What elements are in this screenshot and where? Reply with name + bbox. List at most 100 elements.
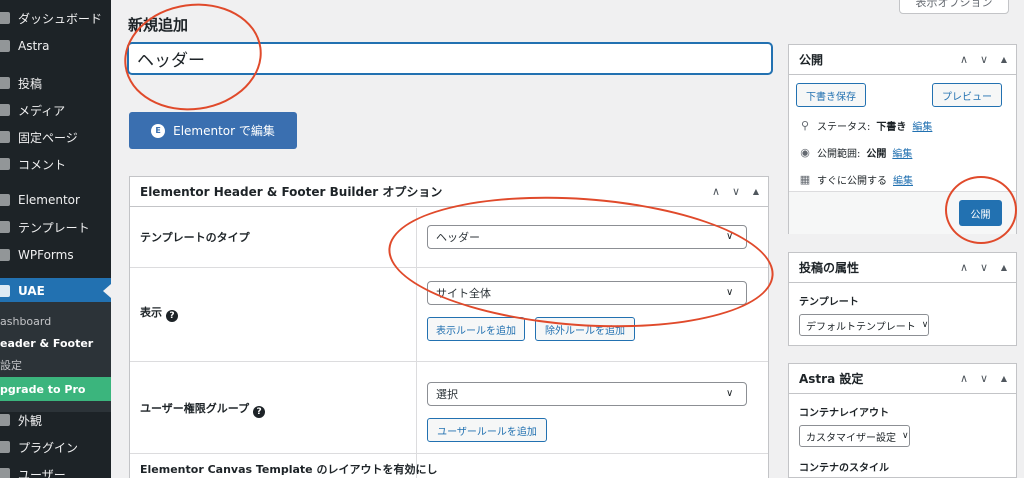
help-icon[interactable]: ?: [166, 310, 178, 322]
add-user-rule-button[interactable]: ユーザールールを追加: [427, 418, 547, 442]
collapse-toggle-icon[interactable]: ▲: [750, 186, 762, 198]
chevron-down-icon: ∨: [726, 287, 734, 298]
sidebar-item-pages[interactable]: 固定ページ: [0, 124, 111, 150]
visibility-value: 公開: [866, 149, 887, 160]
chevron-down-icon: ∨: [921, 320, 929, 330]
move-up-icon[interactable]: ∧: [958, 373, 970, 385]
collapse-toggle-icon[interactable]: ▲: [998, 262, 1010, 274]
edit-with-elementor-label: Elementor で編集: [173, 124, 275, 138]
publish-button[interactable]: 公開: [959, 200, 1002, 226]
submenu-item-header-footer[interactable]: eader & Footer: [0, 333, 93, 353]
publish-title: 公開: [799, 53, 824, 67]
move-down-icon[interactable]: ∨: [730, 186, 742, 198]
sidebar-item-label: メディア: [18, 103, 66, 118]
submenu-item-upgrade[interactable]: pgrade to Pro: [0, 377, 111, 401]
sidebar-item-label: ユーザー: [18, 467, 66, 478]
sidebar-item-label: テンプレート: [18, 220, 90, 235]
page-template-select[interactable]: デフォルトテンプレート ∨: [799, 314, 930, 336]
sidebar-item-label: ダッシュボード: [18, 11, 103, 26]
schedule-line: ▦ すぐに公開する 編集: [799, 172, 913, 187]
edit-visibility-link[interactable]: 編集: [892, 145, 912, 160]
display-label-text: 表示: [140, 306, 162, 319]
astra-icon: [0, 40, 10, 52]
edit-status-link[interactable]: 編集: [912, 118, 932, 133]
sidebar-item-label: UAE: [18, 284, 45, 298]
collapse-toggle-icon[interactable]: ▲: [998, 373, 1010, 385]
help-icon[interactable]: ?: [253, 406, 266, 418]
container-layout-select[interactable]: カスタマイザー設定 ∨: [799, 425, 910, 447]
edit-with-elementor-button[interactable]: E Elementor で編集: [129, 112, 297, 149]
move-up-icon[interactable]: ∧: [958, 262, 970, 274]
astra-settings-title: Astra 設定: [799, 372, 864, 386]
page-attributes-controls: ∧ ∨ ▲: [958, 253, 1010, 283]
move-down-icon[interactable]: ∨: [978, 262, 990, 274]
container-layout-label: コンテナレイアウト: [799, 408, 889, 419]
collapse-toggle-icon[interactable]: ▲: [998, 54, 1010, 66]
sidebar-item-label: Elementor: [18, 193, 80, 207]
post-title-input[interactable]: [128, 43, 772, 74]
sidebar-item-uae[interactable]: UAE: [0, 278, 111, 304]
user-roles-select[interactable]: 選択 ∨: [427, 382, 747, 406]
display-select[interactable]: サイト全体 ∨: [427, 281, 747, 305]
sidebar-item-plugins[interactable]: プラグイン: [0, 434, 111, 460]
plugins-icon: [0, 441, 10, 453]
submenu-item-settings[interactable]: 設定: [0, 355, 22, 375]
page-attributes-box: 投稿の属性 ∧ ∨ ▲ テンプレート デフォルトテンプレート ∨: [788, 252, 1017, 346]
sidebar-item-label: WPForms: [18, 248, 74, 262]
sidebar-item-posts[interactable]: 投稿: [0, 70, 111, 96]
sidebar-item-comments[interactable]: コメント: [0, 151, 111, 177]
sidebar-item-media[interactable]: メディア: [0, 97, 111, 123]
add-display-rule-button[interactable]: 表示ルールを追加: [427, 317, 525, 341]
astra-settings-controls: ∧ ∨ ▲: [958, 364, 1010, 394]
user-roles-label: ユーザー権限グループ?: [140, 400, 266, 418]
sidebar-item-templates[interactable]: テンプレート: [0, 214, 111, 240]
elementor-icon: [0, 194, 10, 206]
wpforms-icon: [0, 249, 10, 261]
template-type-label: テンプレートのタイプ: [140, 231, 250, 244]
sidebar-item-label: 固定ページ: [18, 130, 78, 145]
calendar-icon: ▦: [799, 173, 811, 186]
save-draft-button[interactable]: 下書き保存: [796, 83, 866, 107]
display-value: サイト全体: [436, 287, 491, 300]
sidebar-item-appearance[interactable]: 外観: [0, 407, 111, 433]
sidebar-item-label: 投稿: [18, 76, 43, 91]
hf-options-title: Elementor Header & Footer Builder オプション: [140, 185, 443, 199]
sidebar-item-label: 外観: [18, 413, 43, 428]
edit-schedule-link[interactable]: 編集: [893, 172, 913, 187]
screen-options-button[interactable]: 表示オプション: [899, 0, 1009, 14]
row-divider: [130, 267, 768, 268]
sidebar-item-astra[interactable]: Astra: [0, 33, 111, 59]
page-title: 新規追加: [128, 16, 189, 34]
media-icon: [0, 104, 10, 116]
container-layout-value: カスタマイザー設定: [806, 432, 896, 444]
user-roles-value: 選択: [436, 388, 458, 401]
move-up-icon[interactable]: ∧: [710, 186, 722, 198]
canvas-template-label: Elementor Canvas Template のレイアウトを有効にし: [140, 463, 438, 476]
sidebar-item-users[interactable]: ユーザー: [0, 461, 111, 478]
pages-icon: [0, 131, 10, 143]
chevron-down-icon: ∨: [902, 431, 909, 441]
appearance-icon: [0, 414, 10, 426]
status-label: ステータス:: [817, 122, 871, 133]
template-type-value: ヘッダー: [436, 231, 480, 244]
sidebar-item-dashboard[interactable]: ダッシュボード: [0, 5, 111, 31]
move-down-icon[interactable]: ∨: [978, 54, 990, 66]
template-type-select[interactable]: ヘッダー ∨: [427, 225, 747, 249]
hf-options-controls: ∧ ∨ ▲: [710, 177, 762, 207]
uae-icon: [0, 285, 10, 297]
templates-icon: [0, 221, 10, 233]
preview-button[interactable]: プレビュー: [932, 83, 1002, 107]
user-roles-label-text: ユーザー権限グループ: [140, 402, 250, 415]
move-down-icon[interactable]: ∨: [978, 373, 990, 385]
sidebar-item-elementor[interactable]: Elementor: [0, 187, 111, 213]
users-icon: [0, 468, 10, 478]
dashboard-icon: [0, 12, 10, 24]
add-exclusion-rule-button[interactable]: 除外ルールを追加: [535, 317, 635, 341]
page-template-value: デフォルトテンプレート: [806, 321, 916, 333]
template-label: テンプレート: [799, 297, 859, 308]
pin-icon: ⚲: [800, 119, 810, 132]
move-up-icon[interactable]: ∧: [958, 54, 970, 66]
sidebar-item-wpforms[interactable]: WPForms: [0, 242, 111, 268]
submenu-item-dashboard[interactable]: ashboard: [0, 311, 51, 331]
page-attributes-title: 投稿の属性: [799, 261, 860, 275]
